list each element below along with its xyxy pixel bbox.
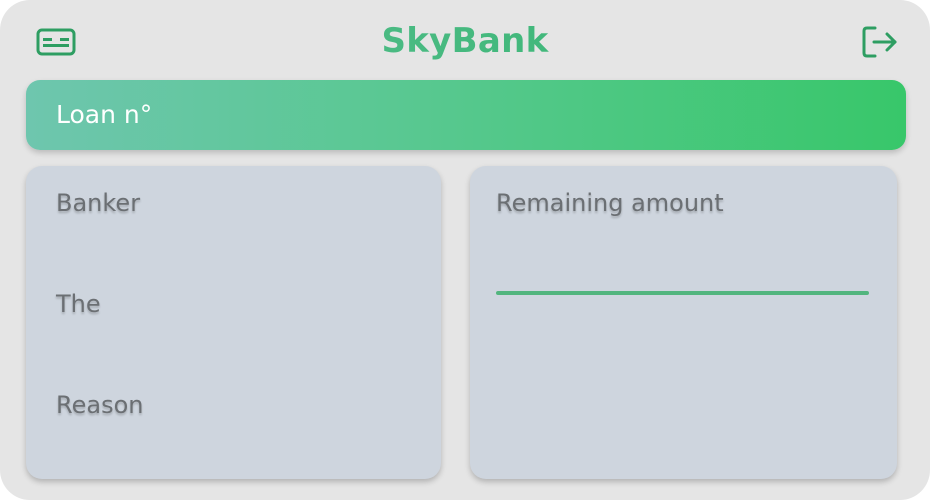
loan-number-label: Loan n° <box>56 100 153 129</box>
reason-label: Reason <box>56 391 144 419</box>
logout-icon <box>862 26 897 58</box>
logout-button[interactable] <box>860 22 900 62</box>
remaining-amount-label: Remaining amount <box>496 189 724 217</box>
banker-label: Banker <box>56 189 141 217</box>
the-label: The <box>56 290 101 318</box>
header: SkyBank <box>0 0 930 80</box>
app-window: SkyBank Loan n° Banker The Reason Remain… <box>0 0 930 500</box>
loan-details-card: Banker The Reason <box>26 166 441 479</box>
brand-title: SkyBank <box>0 20 930 62</box>
loan-banner: Loan n° <box>26 80 906 150</box>
remaining-progress-fill <box>496 291 869 295</box>
remaining-amount-card: Remaining amount <box>470 166 897 479</box>
remaining-progress-bar <box>496 291 869 295</box>
